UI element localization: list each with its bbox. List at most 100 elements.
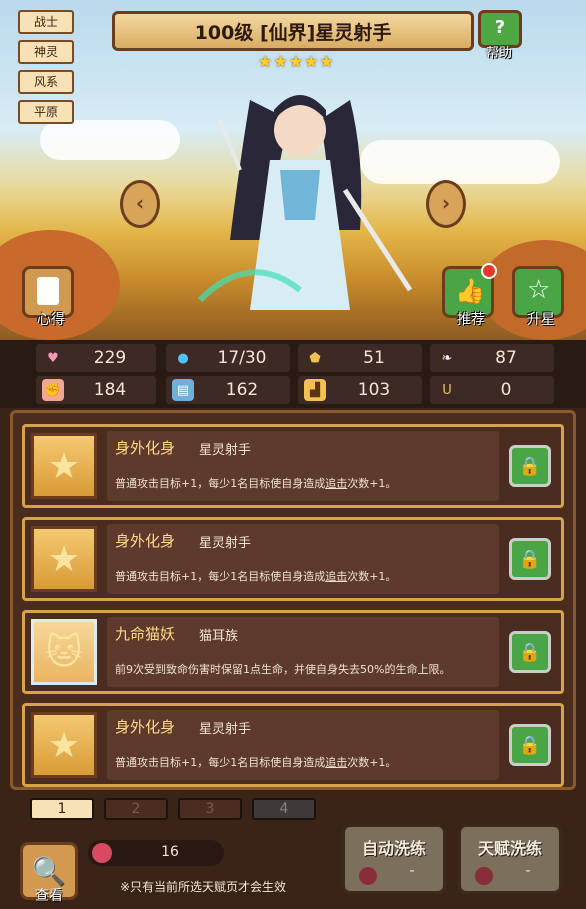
talent-card[interactable]: ★ 身外化身 星灵射手 普通攻击目标+1，每少1名目标使自身造成追击次数+1。 … [22,517,564,601]
talent-name: 身外化身 [115,718,176,736]
trait-tag: 战士 [18,10,74,34]
shield-icon: ⬟ [309,350,321,366]
talent-info: 身外化身 星灵射手 普通攻击目标+1，每少1名目标使自身造成追击次数+1。 [107,431,499,501]
talent-description: 普通攻击目标+1，每少1名目标使自身造成追击次数+1。 [115,756,397,769]
lock-icon: 🔒 [518,641,542,663]
stat-mana: ● 17/30 [166,344,290,372]
talent-info: 身外化身 星灵射手 普通攻击目标+1，每少1名目标使自身造成追击次数+1。 [107,524,499,594]
heart-icon: ♥ [42,347,64,369]
lock-icon: 🔒 [518,734,542,756]
talent-description: 普通攻击目标+1，每少1名目标使自身造成追击次数+1。 [115,570,397,583]
stat-hp: ♥ 229 [36,344,156,372]
peach-icon [92,843,112,863]
star-icon: ★ [31,712,97,778]
trait-tag: 神灵 [18,40,74,64]
hero-character-sprite [197,95,413,310]
hero-scene: 战士 神灵 风系 平原 100级 [仙界]星灵射手 ? 帮助 ★ ★ ★ ★ ★… [0,0,586,340]
notification-dot [481,263,497,279]
talent-info: 九命猫妖 猫耳族 前9次受到致命伤害时保留1点生命，并使自身失去50%的生命上限… [107,617,499,687]
magnet-icon: U [442,382,452,398]
insight-button[interactable]: 心得 [22,266,74,328]
stat-defense: ⬟ 51 [298,344,422,372]
talent-source: 猫耳族 [199,629,239,644]
stat-magic: ▤ 162 [166,376,290,404]
book-icon [37,277,59,305]
trait-tag: 平原 [18,100,74,124]
upgrade-star-button[interactable]: ☆ 升星 [512,266,564,328]
resource-value: 16 [161,844,179,860]
talent-card[interactable]: 🐱 九命猫妖 猫耳族 前9次受到致命伤害时保留1点生命，并使自身失去50%的生命… [22,610,564,694]
talent-name: 身外化身 [115,439,176,457]
star-icon: ★ [319,52,334,71]
stat-value: 184 [93,380,127,400]
stat-value: 162 [225,380,259,400]
next-hero-button[interactable]: › [426,180,466,228]
talent-source: 星灵射手 [199,443,252,458]
recommend-button[interactable]: 👍 推荐 [442,263,497,328]
talent-card[interactable]: ★ 身外化身 星灵射手 普通攻击目标+1，每少1名目标使自身造成追击次数+1。 … [22,424,564,508]
page-tab-1[interactable]: 1 [30,798,94,820]
lock-icon: 🔒 [518,455,542,477]
auto-refine-label: 自动洗练 [361,839,426,858]
lock-button[interactable]: 🔒 [509,538,551,580]
page-tab-3[interactable]: 3 [178,798,242,820]
peach-icon [359,867,377,885]
lock-icon: 🔒 [518,548,542,570]
boot-icon: ▟ [304,379,326,401]
stat-value: 51 [363,348,385,368]
talent-source: 星灵射手 [199,722,252,737]
book-icon: ▤ [172,379,194,401]
star-icon: ★ [273,52,288,71]
talent-card[interactable]: ★ 身外化身 星灵射手 普通攻击目标+1，每少1名目标使自身造成追击次数+1。 … [22,703,564,787]
auto-refine-button[interactable]: 自动洗练 - [342,824,446,894]
talent-source: 星灵射手 [199,536,252,551]
talent-info: 身外化身 星灵射手 普通攻击目标+1，每少1名目标使自身造成追击次数+1。 [107,710,499,780]
star-icon: ★ [304,52,319,71]
help-button[interactable]: ? 帮助 [478,10,522,61]
auto-refine-cost: - [409,863,415,879]
help-label: 帮助 [485,46,512,61]
view-label: 查看 [35,888,63,904]
wing-icon: ❧ [441,350,453,366]
stat-value: 0 [500,380,512,400]
lock-button[interactable]: 🔒 [509,445,551,487]
lock-button[interactable]: 🔒 [509,631,551,673]
stat-attack: ✊ 184 [36,376,156,404]
hero-title: 100级 [仙界]星灵射手 [112,11,474,51]
star-icon: ★ [288,52,304,71]
star-icon: ☆ [527,275,551,305]
insight-label: 心得 [37,312,65,328]
trait-tags: 战士 神灵 风系 平原 [18,10,74,124]
talent-description: 前9次受到致命伤害时保留1点生命，并使自身失去50%的生命上限。 [115,663,451,676]
page-tab-4[interactable]: 4 [252,798,316,820]
talent-refine-label: 天赋洗练 [477,839,542,858]
thumbs-up-icon: 👍 [455,277,485,305]
star-icon: ★ [31,526,97,592]
peach-icon [475,867,493,885]
stat-agility: ▟ 103 [298,376,422,404]
stat-value: 87 [495,348,517,368]
cloud [40,120,180,160]
fist-icon: ✊ [42,379,64,401]
recommend-label: 推荐 [457,312,485,328]
stat-value: 229 [93,348,127,368]
stat-value: 17/30 [217,348,267,368]
star-icon: ★ [31,433,97,499]
star-rating: ★ ★ ★ ★ ★ [258,52,334,71]
talent-description: 普通攻击目标+1，每少1名目标使自身造成追击次数+1。 [115,477,397,490]
water-drop-icon: ● [177,350,189,366]
star-icon: ★ [258,52,273,71]
resource-counter: 16 [88,840,224,866]
talent-refine-cost: - [525,863,531,879]
note-text: ※只有当前所选天赋页才会生效 [120,880,287,894]
page-tab-2[interactable]: 2 [104,798,168,820]
talent-name: 身外化身 [115,532,176,550]
stats-bar: ♥ 229 ● 17/30 ⬟ 51 ❧ 87 ✊ 184 ▤ 162 ▟ 10… [0,340,586,408]
trait-tag: 风系 [18,70,74,94]
magnifier-icon: 🔍 [31,854,67,888]
lock-button[interactable]: 🔒 [509,724,551,766]
upgrade-label: 升星 [527,312,555,328]
stat-value: 103 [357,380,391,400]
talent-refine-button[interactable]: 天赋洗练 - [458,824,562,894]
prev-hero-button[interactable]: ‹ [120,180,160,228]
